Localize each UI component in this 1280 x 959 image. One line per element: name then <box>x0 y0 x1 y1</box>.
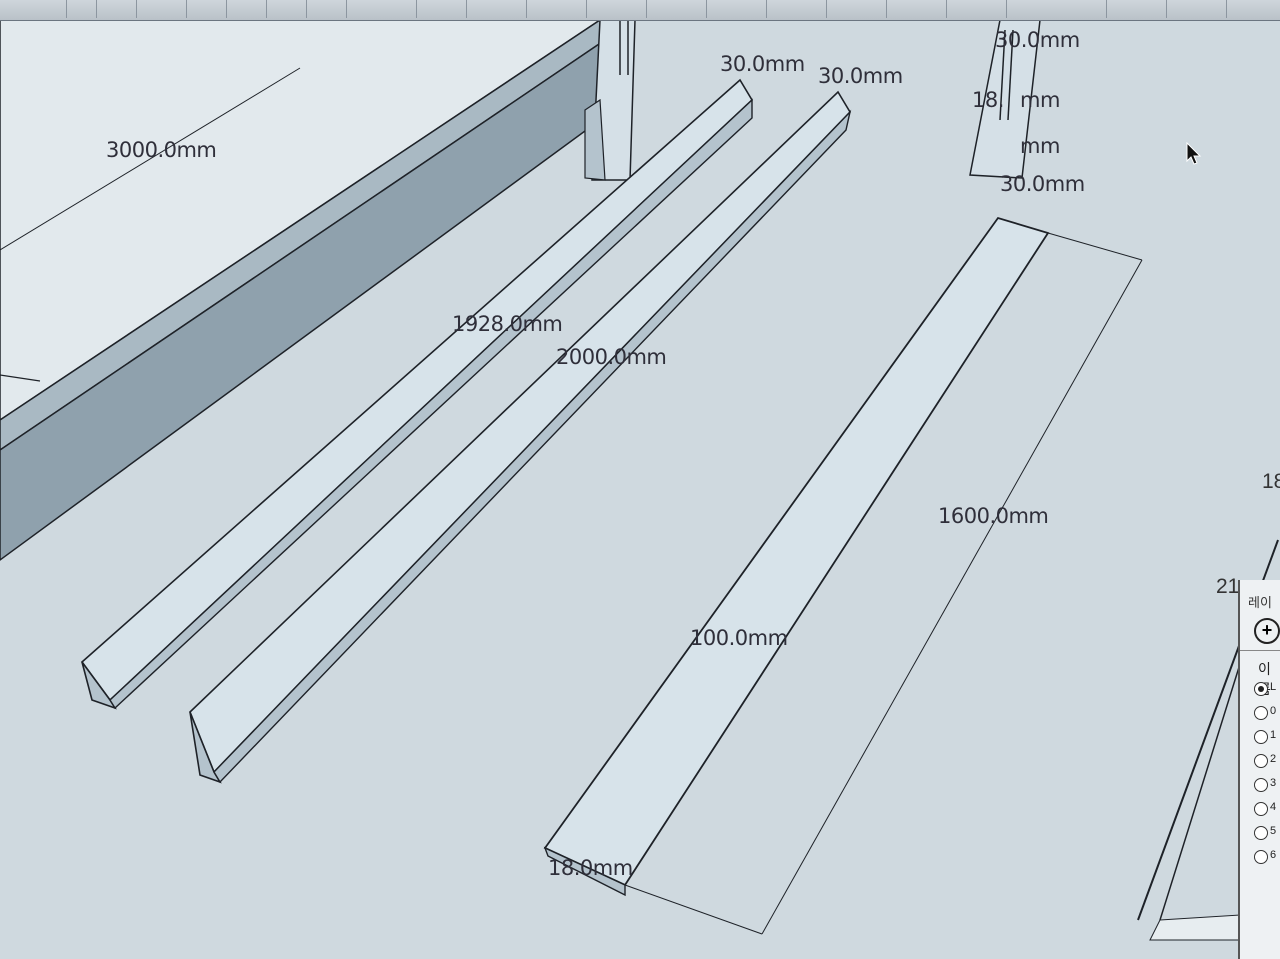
dim-post-top: 30.0mm <box>995 28 1080 52</box>
dim-top-left: 3000.0mm <box>106 138 217 162</box>
eraser-tool-icon[interactable] <box>200 0 227 18</box>
dim-board-thickness: 18.0mm <box>548 856 633 880</box>
pan-tool-icon[interactable] <box>980 0 1007 18</box>
component-tool-icon[interactable] <box>70 0 97 18</box>
layer-radio[interactable] <box>1254 706 1268 720</box>
dim-post-mid1: mm <box>1020 88 1060 112</box>
layer-row[interactable]: 5 <box>1240 821 1280 845</box>
dim-board-width: 100.0mm <box>690 626 788 650</box>
layers-panel-title: 레이 <box>1248 595 1272 610</box>
paint-tool-icon[interactable] <box>160 0 187 18</box>
move-tool-icon[interactable] <box>390 0 417 18</box>
dim-board-length: 1600.0mm <box>938 504 1049 528</box>
add-layer-icon[interactable]: + <box>1254 618 1280 644</box>
layer-radio[interactable] <box>1254 682 1268 696</box>
text-tool-icon[interactable] <box>860 0 887 18</box>
dim-post-mid2: mm <box>1020 134 1060 158</box>
box-tool-icon[interactable] <box>110 0 137 18</box>
dim-batten2-length: 2000.0mm <box>556 345 667 369</box>
layer-row[interactable]: 3 <box>1240 773 1280 797</box>
layer-radio[interactable] <box>1254 802 1268 816</box>
layer-name-column: 이름 <box>1240 650 1280 697</box>
layer-row[interactable]: 1 <box>1240 725 1280 749</box>
rotate-tool-icon[interactable] <box>560 0 587 18</box>
offset-tool-icon[interactable] <box>680 0 707 18</box>
dim-batten2-width: 30.0mm <box>818 64 903 88</box>
layer-row[interactable]: 0 <box>1240 701 1280 725</box>
dimension-tool-icon[interactable] <box>800 0 827 18</box>
layer-row[interactable]: L <box>1240 677 1280 701</box>
pushpull-tool-icon[interactable] <box>500 0 527 18</box>
edge-dim-18: 18 <box>1262 470 1280 493</box>
layer-radio[interactable] <box>1254 754 1268 768</box>
line-tool-icon[interactable] <box>280 0 307 18</box>
layer-radio[interactable] <box>1254 778 1268 792</box>
layer-row[interactable]: 4 <box>1240 797 1280 821</box>
toolbar <box>0 0 1280 21</box>
tape-measure-tool-icon[interactable] <box>740 0 767 18</box>
layer-row[interactable]: 6 <box>1240 845 1280 869</box>
pencil-tool-icon[interactable] <box>440 0 467 18</box>
mouse-cursor-icon <box>1186 142 1202 165</box>
dim-post-bottom: 30.0mm <box>1000 172 1085 196</box>
zoom-extents-icon[interactable] <box>1140 0 1167 18</box>
arc-tool-icon[interactable] <box>320 0 347 18</box>
rectangle-tool-icon[interactable] <box>240 0 267 18</box>
3d-viewport[interactable]: 3000.0mm 30.0mm 30.0mm 1928.0mm 2000.0mm… <box>0 20 1280 959</box>
layer-radio[interactable] <box>1254 826 1268 840</box>
dim-post-mid1-prefix: 18. <box>972 88 1004 112</box>
orbit-tool-icon[interactable] <box>920 0 947 18</box>
scale-tool-icon[interactable] <box>620 0 647 18</box>
walk-tool-icon[interactable] <box>1200 0 1227 18</box>
dim-batten1-width: 30.0mm <box>720 52 805 76</box>
layers-panel: 레이 + 이름 L 0 1 2 3 4 5 6 <box>1238 580 1280 959</box>
dim-batten1-length: 1928.0mm <box>452 312 563 336</box>
edge-dim-21: 21 <box>1216 575 1240 598</box>
select-tool-icon[interactable] <box>40 0 67 18</box>
layer-radio[interactable] <box>1254 730 1268 744</box>
layer-radio[interactable] <box>1254 850 1268 864</box>
layer-row[interactable]: 2 <box>1240 749 1280 773</box>
zoom-tool-icon[interactable] <box>1080 0 1107 18</box>
